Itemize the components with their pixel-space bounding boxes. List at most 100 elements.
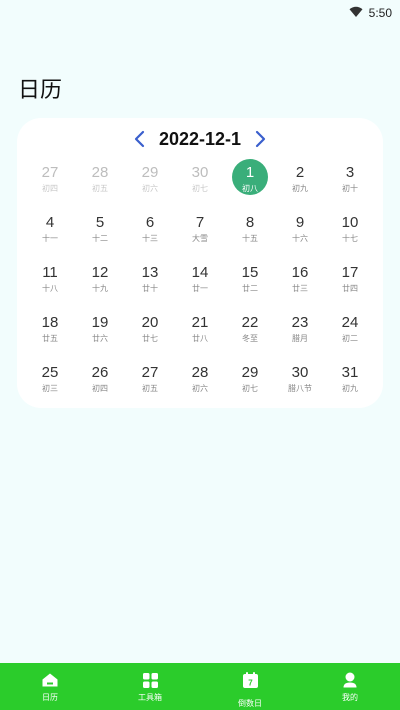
calendar-day[interactable]: 28 初五 — [75, 154, 125, 204]
calendar-day[interactable]: 27 初五 — [125, 354, 175, 404]
tab-calendar[interactable]: 日历 — [0, 663, 100, 710]
lunar-date: 十六 — [292, 234, 308, 243]
day-number: 8 — [245, 214, 255, 231]
lunar-date: 十一 — [42, 234, 58, 243]
lunar-date: 初八 — [242, 184, 258, 193]
lunar-date: 十九 — [92, 284, 108, 293]
next-month-button[interactable] — [249, 127, 273, 151]
calendar-grid: 27 初四 28 初五 29 初六 30 初七 1 初八 2 初九 3 初十 4 十一 5 十二 6 十三 7 大雪 8 十五… — [25, 154, 375, 404]
day-number: 31 — [341, 364, 359, 381]
tab-label: 工具箱 — [138, 693, 162, 702]
lunar-date: 廿一 — [192, 284, 208, 293]
calendar-week: 18 廿五 19 廿六 20 廿七 21 廿八 22 冬至 23 腊月 24 初二 — [25, 304, 375, 354]
calendar-screen: 5:50 日历 2022-12-1 27 初四 28 初五 29 初六 30 初七 1 初八 2 初九… — [0, 0, 400, 710]
day-number: 1 — [245, 164, 255, 181]
prev-month-button[interactable] — [127, 127, 151, 151]
lunar-date: 初九 — [292, 184, 308, 193]
calendar-day[interactable]: 24 初二 — [325, 304, 375, 354]
lunar-date: 初六 — [142, 184, 158, 193]
tab-mine[interactable]: 我的 — [300, 663, 400, 710]
lunar-date: 廿二 — [242, 284, 258, 293]
status-time: 5:50 — [368, 5, 392, 20]
day-number: 30 — [191, 164, 209, 181]
tab-label: 日历 — [42, 693, 58, 702]
day-number: 22 — [241, 314, 259, 331]
lunar-date: 廿四 — [342, 284, 358, 293]
calendar-day[interactable]: 25 初三 — [25, 354, 75, 404]
calendar-day[interactable]: 13 廿十 — [125, 254, 175, 304]
calendar-header: 2022-12-1 — [17, 126, 383, 152]
calendar-day[interactable]: 3 初十 — [325, 154, 375, 204]
calendar-day[interactable]: 27 初四 — [25, 154, 75, 204]
day-number: 24 — [341, 314, 359, 331]
day-number: 7 — [195, 214, 205, 231]
lunar-date: 十八 — [42, 284, 58, 293]
calendar-day[interactable]: 29 初七 — [225, 354, 275, 404]
day-number: 23 — [291, 314, 309, 331]
calendar-icon-number: 7 — [248, 679, 253, 688]
lunar-date: 初二 — [342, 334, 358, 343]
calendar-day[interactable]: 12 十九 — [75, 254, 125, 304]
day-number: 29 — [141, 164, 159, 181]
day-number: 21 — [191, 314, 209, 331]
calendar-day[interactable]: 17 廿四 — [325, 254, 375, 304]
calendar-day[interactable]: 16 廿三 — [275, 254, 325, 304]
calendar-card: 2022-12-1 27 初四 28 初五 29 初六 30 初七 1 初八 2 初九 3 初十 4 十一 5 十… — [17, 118, 383, 408]
status-bar: 5:50 — [0, 0, 400, 22]
tab-label: 倒数日 — [238, 699, 262, 708]
lunar-date: 初四 — [42, 184, 58, 193]
day-number: 11 — [42, 264, 58, 281]
calendar-day[interactable]: 4 十一 — [25, 204, 75, 254]
day-number: 29 — [241, 364, 259, 381]
calendar-day[interactable]: 31 初九 — [325, 354, 375, 404]
lunar-date: 初三 — [42, 384, 58, 393]
calendar-week: 25 初三 26 初四 27 初五 28 初六 29 初七 30 腊八节 31 初九 — [25, 354, 375, 404]
lunar-date: 冬至 — [242, 334, 258, 343]
calendar-day[interactable]: 26 初四 — [75, 354, 125, 404]
day-number: 2 — [295, 164, 305, 181]
calendar-day[interactable]: 29 初六 — [125, 154, 175, 204]
calendar-day[interactable]: 30 腊八节 — [275, 354, 325, 404]
tab-toolbox[interactable]: 工具箱 — [100, 663, 200, 710]
calendar-day[interactable]: 20 廿七 — [125, 304, 175, 354]
lunar-date: 廿七 — [142, 334, 158, 343]
day-number: 15 — [241, 264, 259, 281]
bottom-nav: 日历 工具箱 7 倒数日 我的 — [0, 663, 400, 710]
chevron-left-icon — [134, 130, 145, 148]
calendar-day[interactable]: 14 廿一 — [175, 254, 225, 304]
calendar-day[interactable]: 19 廿六 — [75, 304, 125, 354]
calendar-day[interactable]: 15 廿二 — [225, 254, 275, 304]
user-icon — [341, 671, 359, 689]
day-number: 12 — [91, 264, 109, 281]
lunar-date: 初七 — [192, 184, 208, 193]
calendar-day[interactable]: 7 大雪 — [175, 204, 225, 254]
calendar-day[interactable]: 2 初九 — [275, 154, 325, 204]
calendar-day[interactable]: 22 冬至 — [225, 304, 275, 354]
lunar-date: 初十 — [342, 184, 358, 193]
lunar-date: 十二 — [92, 234, 108, 243]
calendar-day[interactable]: 23 腊月 — [275, 304, 325, 354]
calendar-day[interactable]: 6 十三 — [125, 204, 175, 254]
tab-label: 我的 — [342, 693, 358, 702]
day-number: 25 — [41, 364, 59, 381]
lunar-date: 初五 — [92, 184, 108, 193]
calendar-day-selected[interactable]: 1 初八 — [225, 154, 275, 204]
calendar-day[interactable]: 9 十六 — [275, 204, 325, 254]
lunar-date: 廿三 — [292, 284, 308, 293]
grid-icon — [141, 671, 159, 689]
day-number: 13 — [141, 264, 159, 281]
calendar-day[interactable]: 10 十七 — [325, 204, 375, 254]
calendar-day[interactable]: 5 十二 — [75, 204, 125, 254]
lunar-date: 初七 — [242, 384, 258, 393]
day-number: 27 — [141, 364, 159, 381]
calendar-icon: 7 — [241, 671, 259, 689]
calendar-day[interactable]: 11 十八 — [25, 254, 75, 304]
calendar-day[interactable]: 28 初六 — [175, 354, 225, 404]
calendar-day[interactable]: 30 初七 — [175, 154, 225, 204]
calendar-day[interactable]: 8 十五 — [225, 204, 275, 254]
calendar-day[interactable]: 21 廿八 — [175, 304, 225, 354]
lunar-date: 廿十 — [142, 284, 158, 293]
calendar-day[interactable]: 18 廿五 — [25, 304, 75, 354]
tab-countdown[interactable]: 7 倒数日 — [200, 663, 300, 710]
day-number: 28 — [191, 364, 209, 381]
